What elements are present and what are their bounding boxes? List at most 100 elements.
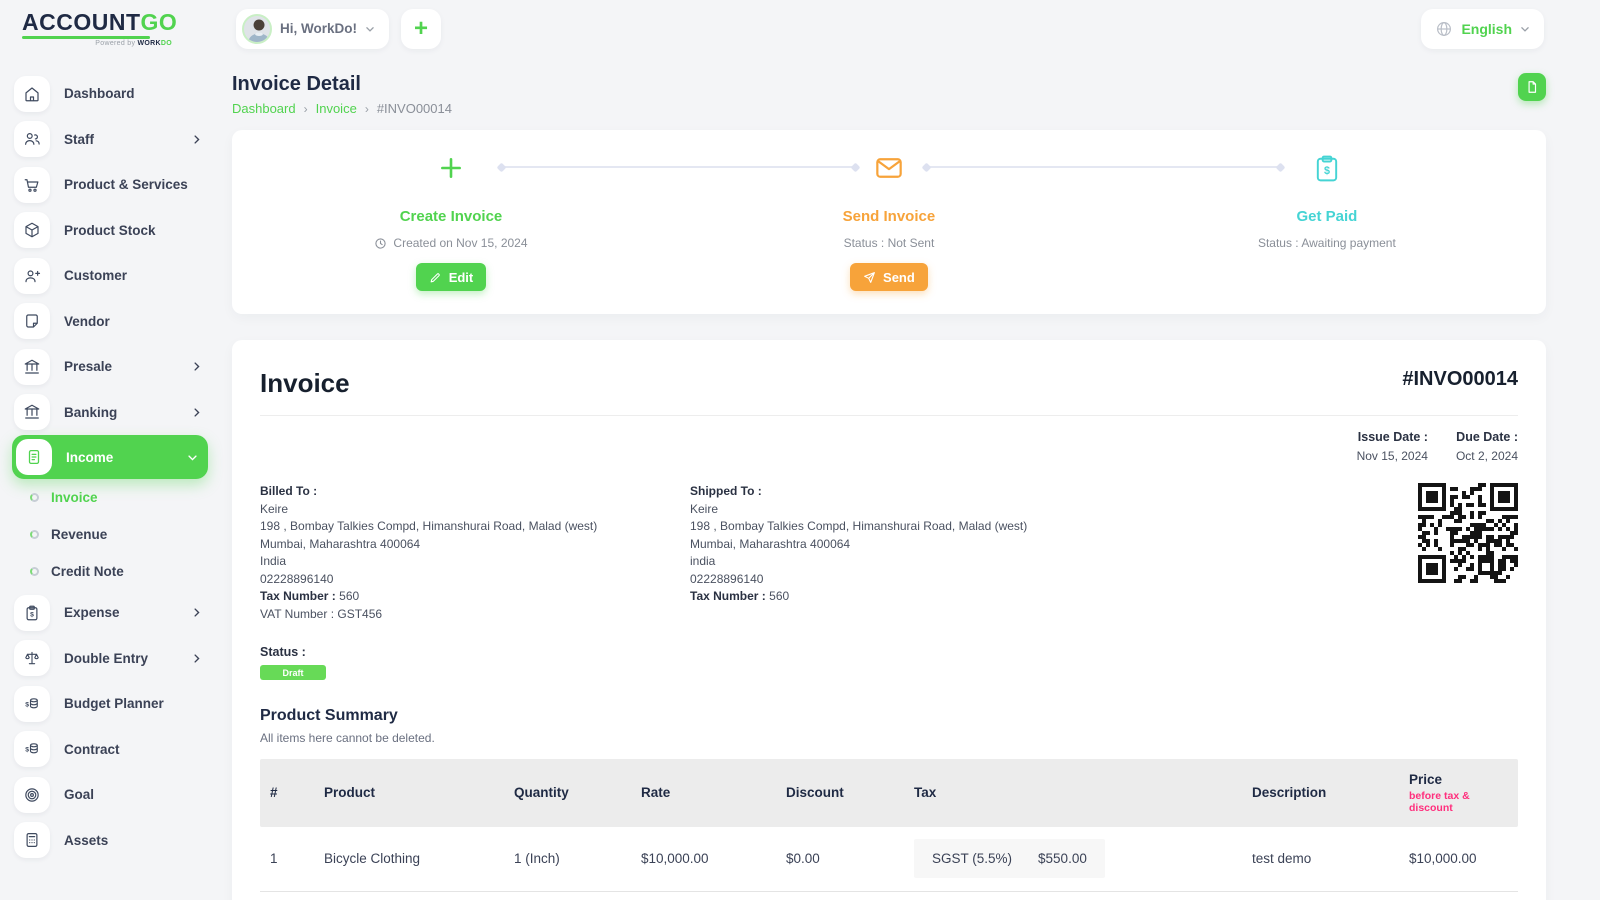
plus-icon (438, 154, 464, 182)
paid-status-text: Status : Awaiting payment (1257, 236, 1396, 250)
breadcrumb-separator: › (303, 101, 308, 116)
brand-logo[interactable]: ACCOUNTGO Powered by WORKDO (0, 8, 220, 47)
chevron-right-icon (191, 361, 202, 372)
sidebar-item-expense[interactable]: $ Expense (0, 590, 220, 636)
sidebar-item-dashboard[interactable]: Dashboard (0, 71, 220, 117)
sidebar-item-contract[interactable]: $ Contract (0, 727, 220, 773)
user-greeting: Hi, WorkDo! (280, 21, 357, 36)
sidebar-item-vendor[interactable]: Vendor (0, 299, 220, 345)
table-row: 1 Bicycle Clothing 1 (Inch) $10,000.00 $… (260, 827, 1518, 891)
coins-icon: $ (14, 731, 50, 768)
bullet-icon (30, 493, 39, 502)
clipboard-dollar-icon: $ (14, 594, 50, 631)
svg-text:$: $ (1324, 164, 1330, 176)
sidebar-subitem-invoice[interactable]: Invoice (0, 479, 220, 516)
note-icon (14, 303, 50, 340)
invoice-progress-card: Create Invoice Created on Nov 15, 2024 E… (232, 130, 1546, 314)
cart-icon (14, 166, 50, 203)
status-block: Status : Draft (260, 645, 1518, 681)
coins-icon: $ (14, 685, 50, 722)
user-menu-button[interactable]: Hi, WorkDo! (236, 8, 389, 49)
topbar: ACCOUNTGO Powered by WORKDO Hi, WorkDo! … (0, 0, 1600, 57)
status-badge: Draft (260, 665, 326, 680)
sidebar-item-customer[interactable]: Customer (0, 253, 220, 299)
main-content: Invoice Detail Dashboard › Invoice › #IN… (220, 57, 1600, 900)
home-icon (14, 75, 50, 112)
step-send-invoice: Send Invoice Status : Not Sent Send (670, 130, 1108, 314)
svg-text:$: $ (30, 611, 34, 618)
issue-date: Issue Date : Nov 15, 2024 (1356, 430, 1428, 463)
step-connector (501, 166, 857, 168)
bank-icon (14, 394, 50, 431)
step-create-invoice: Create Invoice Created on Nov 15, 2024 E… (232, 130, 670, 314)
invoice-detail-card: Invoice #INVO00014 Issue Date : Nov 15, … (232, 340, 1546, 900)
brand-powered-by: Powered by WORKDO (95, 39, 172, 47)
sidebar: Dashboard Staff Product & Services Produ… (0, 57, 220, 900)
brand-underline (22, 35, 150, 39)
chevron-down-icon (365, 24, 375, 34)
sidebar-item-product-stock[interactable]: Product Stock (0, 208, 220, 254)
chevron-right-icon (191, 653, 202, 664)
target-icon (14, 776, 50, 813)
product-table: # Product Quantity Rate Discount Tax Des… (260, 758, 1518, 900)
sidebar-item-income[interactable]: Income (12, 435, 208, 479)
sidebar-item-product-services[interactable]: Product & Services (0, 162, 220, 208)
globe-icon (1435, 20, 1453, 38)
page-title: Invoice Detail (232, 73, 361, 95)
sidebar-item-presale[interactable]: Presale (0, 344, 220, 390)
clipboard-dollar-icon: $ (1315, 154, 1339, 182)
clock-icon (374, 237, 387, 250)
pencil-icon (429, 271, 442, 284)
chevron-down-icon (1520, 24, 1530, 34)
sidebar-item-budget-planner[interactable]: $ Budget Planner (0, 681, 220, 727)
breadcrumb-separator: › (364, 101, 369, 116)
invoice-number: #INVO00014 (1402, 368, 1518, 390)
chevron-down-icon (187, 452, 198, 463)
breadcrumb-invoice[interactable]: Invoice (316, 101, 357, 116)
shipped-to-block: Shipped To : Keire 198 , Bombay Talkies … (690, 484, 1028, 603)
sidebar-item-banking[interactable]: Banking (0, 390, 220, 436)
breadcrumb-dashboard[interactable]: Dashboard (232, 101, 296, 116)
due-date: Due Date : Oct 2, 2024 (1455, 430, 1518, 463)
product-summary-title: Product Summary (260, 706, 398, 724)
user-plus-icon (14, 257, 50, 294)
send-status-text: Status : Not Sent (843, 236, 935, 250)
table-header-row: # Product Quantity Rate Discount Tax Des… (260, 758, 1518, 827)
bullet-icon (30, 530, 39, 539)
sidebar-item-goal[interactable]: Goal (0, 772, 220, 818)
sidebar-item-assets[interactable]: Assets (0, 818, 220, 864)
duplicate-invoice-button[interactable] (1518, 73, 1546, 101)
bullet-icon (30, 567, 39, 576)
product-summary-note: All items here cannot be deleted. (260, 730, 435, 745)
billed-to-block: Billed To : Keire 198 , Bombay Talkies C… (260, 484, 598, 621)
box-icon (14, 212, 50, 249)
user-avatar (242, 13, 272, 44)
invoice-icon (16, 439, 52, 475)
invoice-qr-code (1418, 483, 1518, 583)
paper-plane-icon (863, 271, 876, 284)
breadcrumb-current: #INVO00014 (376, 101, 452, 116)
svg-text:$: $ (25, 747, 29, 754)
table-total-row: Total 1 $10,000.00 $0.00 $550.00 (260, 890, 1518, 900)
chevron-right-icon (191, 407, 202, 418)
step-get-paid: $ Get Paid Status : Awaiting payment (1108, 130, 1546, 314)
calculator-icon (14, 822, 50, 859)
sidebar-item-staff[interactable]: Staff (0, 117, 220, 163)
language-selector[interactable]: English (1421, 8, 1544, 49)
envelope-icon (875, 154, 903, 182)
brand-name: ACCOUNTGO (22, 8, 178, 35)
quick-add-button[interactable]: + (401, 8, 441, 49)
sidebar-item-double-entry[interactable]: Double Entry (0, 636, 220, 682)
scales-icon (14, 640, 50, 677)
created-on-text: Created on Nov 15, 2024 (393, 236, 528, 250)
send-invoice-button[interactable]: Send (850, 263, 928, 291)
invoice-heading: Invoice (260, 368, 350, 398)
sidebar-subitem-credit-note[interactable]: Credit Note (0, 553, 220, 590)
edit-invoice-button[interactable]: Edit (415, 263, 487, 291)
language-label: English (1461, 20, 1512, 37)
breadcrumb: Dashboard › Invoice › #INVO00014 (232, 101, 452, 116)
tax-detail-box: SGST (5.5%) $550.00 (914, 839, 1105, 878)
users-icon (14, 121, 50, 158)
price-note: before tax & discount (1409, 789, 1470, 814)
sidebar-subitem-revenue[interactable]: Revenue (0, 516, 220, 553)
